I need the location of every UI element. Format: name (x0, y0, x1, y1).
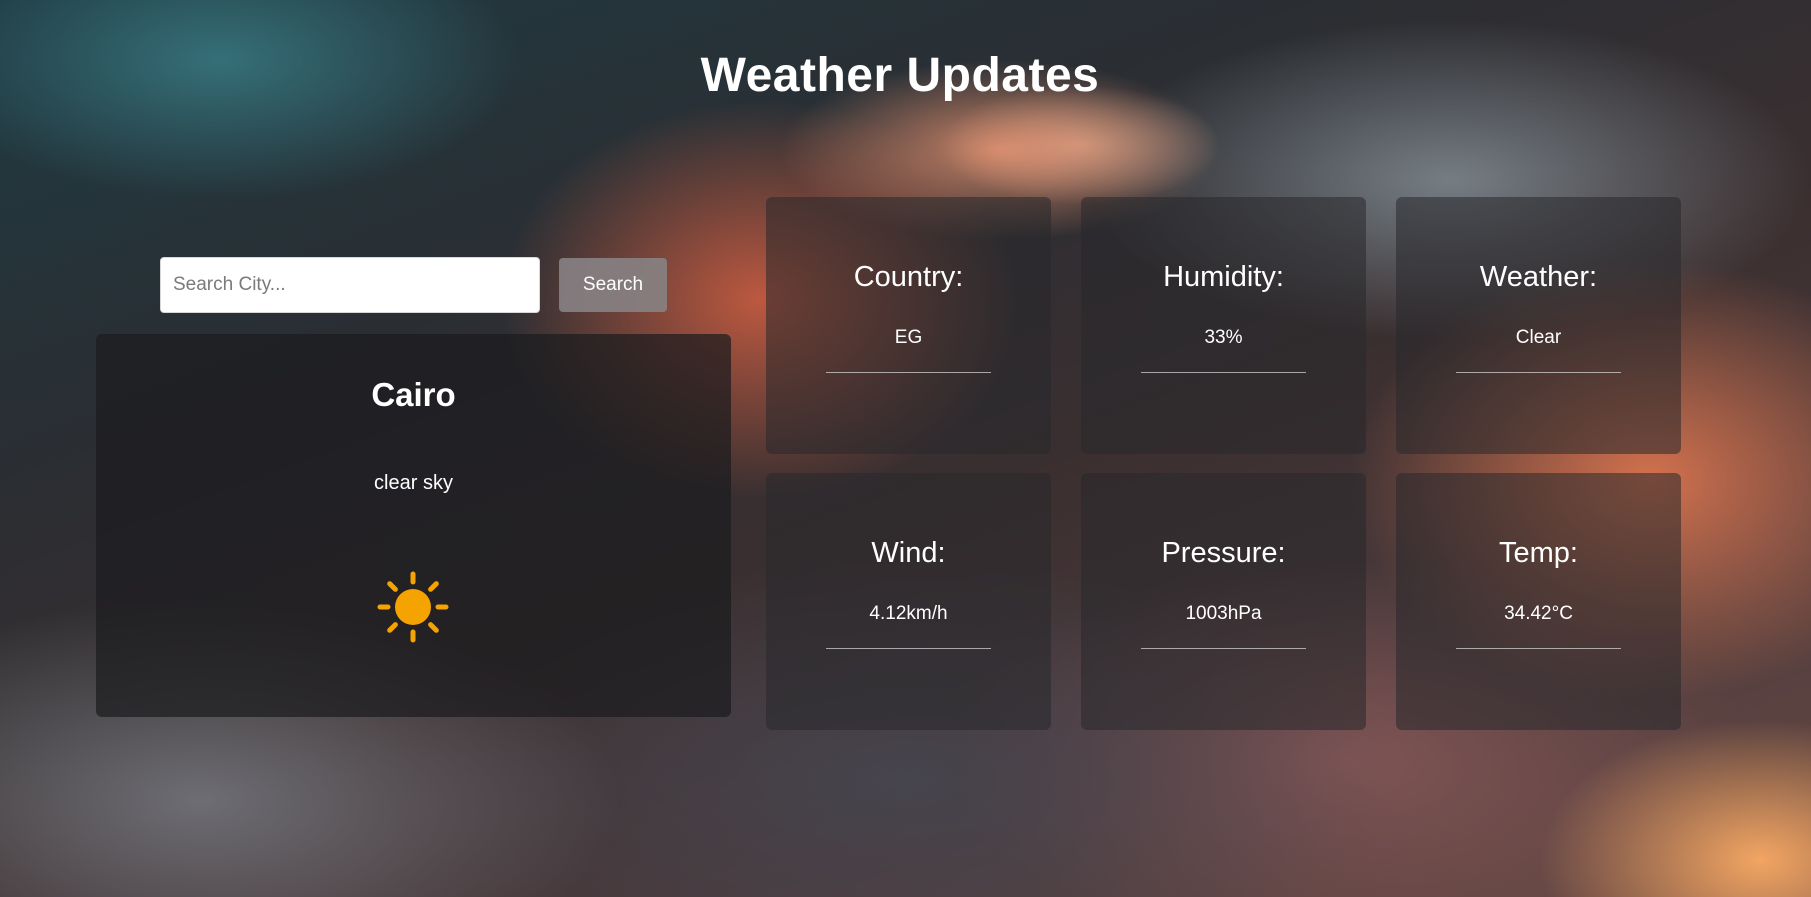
search-button[interactable]: Search (559, 258, 667, 312)
divider (1141, 372, 1306, 373)
country-value: EG (894, 327, 923, 348)
divider (826, 648, 991, 649)
page-title: Weather Updates (700, 49, 1100, 102)
divider (826, 372, 991, 373)
sun-icon (377, 571, 449, 643)
temperature-value: 34.42°C (1504, 603, 1573, 624)
wind-value: 4.12km/h (869, 603, 948, 624)
temperature-card: Temp: 34.42°C (1396, 473, 1681, 730)
humidity-value: 33% (1204, 327, 1243, 348)
pressure-card: Pressure: 1003hPa (1081, 473, 1366, 730)
pressure-value: 1003hPa (1185, 603, 1262, 624)
pressure-label: Pressure: (1161, 537, 1286, 569)
search-input[interactable] (160, 257, 540, 313)
city-name: Cairo (371, 376, 456, 413)
country-label: Country: (853, 261, 964, 293)
current-weather-card: Cairo clear sky (96, 334, 731, 717)
humidity-card: Humidity: 33% (1081, 197, 1366, 454)
weather-value: Clear (1515, 327, 1562, 348)
weather-description: clear sky (374, 472, 453, 494)
weather-label: Weather: (1479, 261, 1598, 293)
wind-card: Wind: 4.12km/h (766, 473, 1051, 730)
divider (1141, 648, 1306, 649)
humidity-label: Humidity: (1163, 261, 1284, 293)
weather-card: Weather: Clear (1396, 197, 1681, 454)
country-card: Country: EG (766, 197, 1051, 454)
temperature-label: Temp: (1499, 537, 1578, 569)
divider (1456, 648, 1621, 649)
wind-label: Wind: (871, 537, 946, 569)
divider (1456, 372, 1621, 373)
